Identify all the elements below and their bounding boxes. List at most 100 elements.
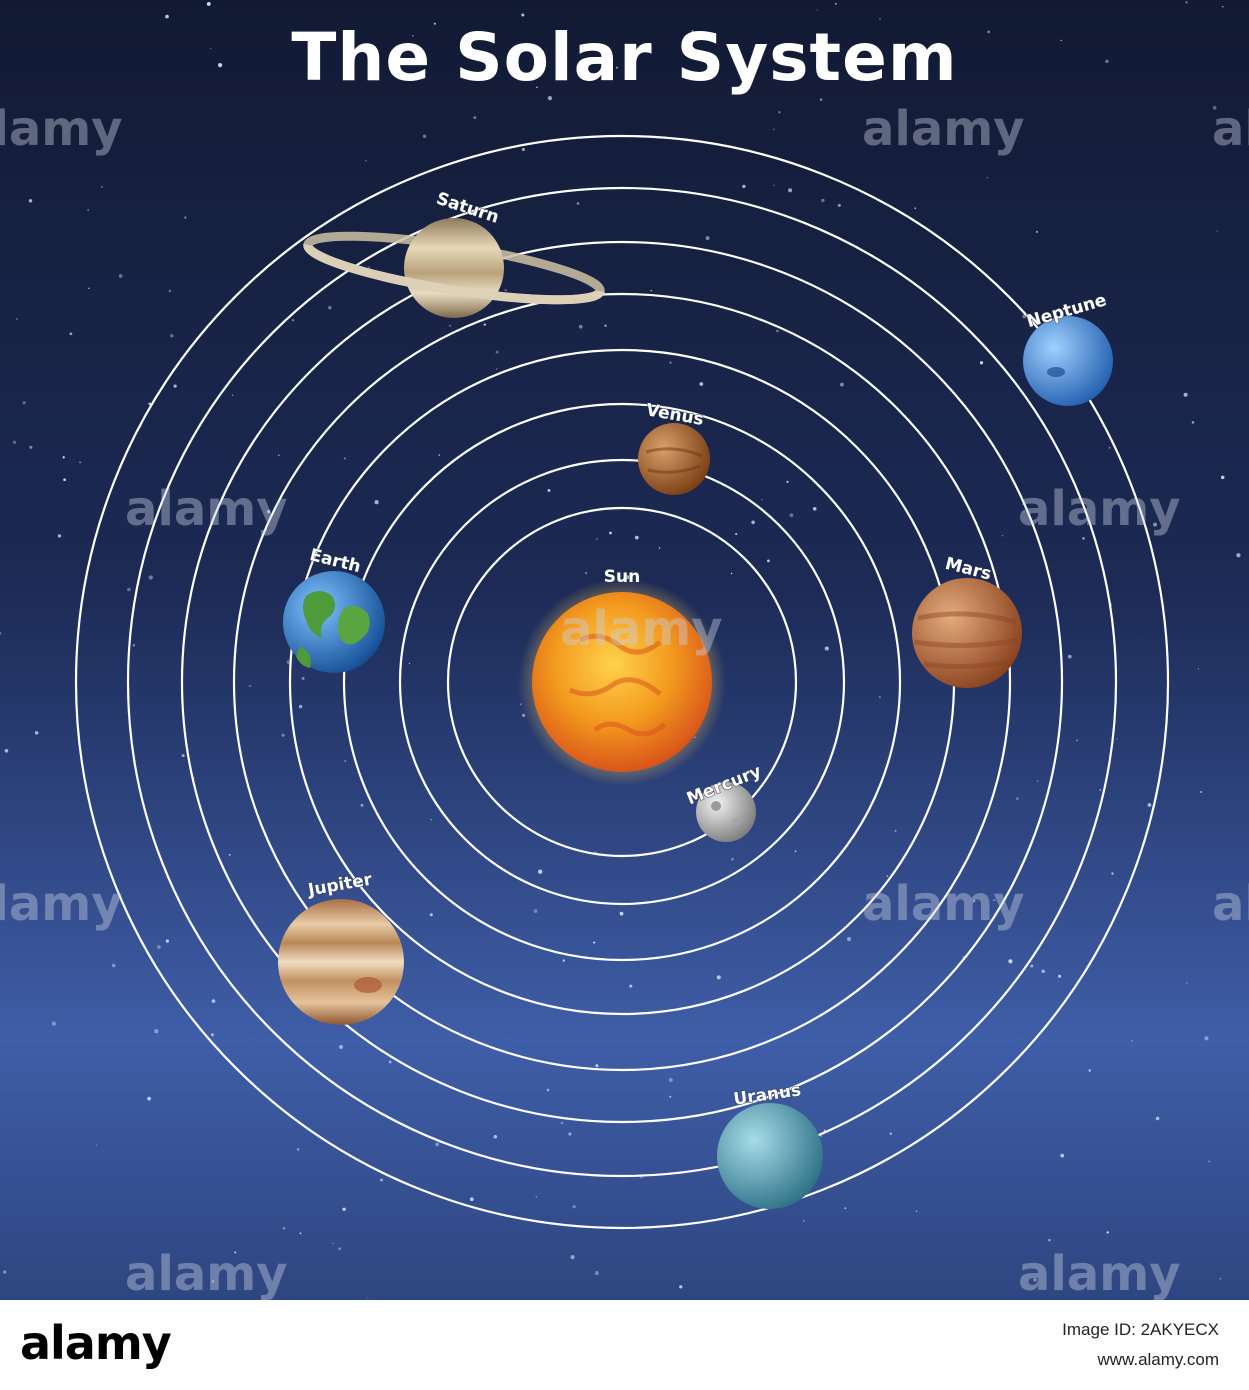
star — [374, 500, 379, 505]
star — [1199, 790, 1203, 794]
star — [34, 731, 39, 735]
star — [1186, 982, 1188, 984]
watermark: alamy — [0, 876, 123, 932]
star — [1041, 969, 1045, 973]
star — [211, 999, 216, 1003]
star — [705, 236, 710, 241]
watermark: alamy — [1212, 101, 1249, 157]
star — [379, 1178, 384, 1182]
star — [1030, 964, 1034, 968]
star — [538, 869, 543, 874]
star — [430, 818, 432, 821]
jupiter-icon — [278, 899, 404, 1025]
star — [1099, 789, 1102, 791]
star — [1106, 1231, 1109, 1234]
star — [786, 480, 789, 483]
star — [846, 937, 852, 942]
star — [840, 382, 844, 387]
star — [547, 488, 551, 492]
star — [12, 440, 17, 445]
star — [368, 266, 370, 268]
star — [812, 507, 817, 511]
star — [118, 274, 123, 278]
star — [57, 534, 62, 538]
star — [339, 1045, 343, 1049]
uranus-icon — [717, 1103, 823, 1209]
star — [730, 572, 733, 575]
star — [496, 368, 498, 370]
star — [773, 128, 775, 131]
star — [473, 116, 477, 120]
star — [658, 547, 661, 549]
star — [228, 853, 231, 856]
star — [210, 1033, 214, 1037]
star — [1075, 739, 1079, 742]
star — [87, 209, 89, 211]
watermark: alamy — [862, 101, 1025, 157]
star — [761, 498, 763, 501]
star — [594, 1271, 599, 1276]
watermark: alamy — [125, 1246, 288, 1300]
star — [788, 188, 793, 193]
star — [301, 676, 305, 681]
star — [546, 1088, 550, 1092]
star — [1155, 1116, 1160, 1121]
star — [1008, 959, 1013, 964]
star — [28, 199, 33, 203]
star — [915, 1210, 918, 1212]
star — [173, 384, 177, 388]
star — [338, 1247, 341, 1251]
star — [101, 186, 103, 188]
star — [79, 461, 82, 464]
star — [165, 939, 169, 943]
star — [1082, 537, 1085, 540]
star — [634, 535, 639, 540]
diagram-canvas: Sun Mercury Venus Earth Mars Jupiter Sat… — [0, 0, 1249, 1300]
star — [184, 216, 187, 219]
star — [1088, 1069, 1091, 1072]
star — [604, 324, 607, 328]
star — [834, 2, 837, 5]
star — [298, 704, 303, 709]
star — [504, 288, 507, 292]
star — [328, 305, 332, 310]
star — [1204, 1036, 1209, 1041]
star — [1222, 5, 1224, 8]
star — [837, 203, 841, 207]
star — [751, 520, 755, 525]
star — [148, 575, 153, 580]
footer-url-text: www.alamy.com — [1097, 1350, 1219, 1369]
star — [69, 332, 73, 336]
star — [1131, 1040, 1133, 1042]
star — [595, 1064, 599, 1068]
star — [735, 533, 738, 536]
watermark: alamy — [560, 601, 723, 657]
star — [1015, 797, 1019, 801]
star — [1191, 421, 1195, 424]
star — [29, 445, 33, 449]
star — [776, 329, 779, 333]
star — [1183, 392, 1188, 397]
star — [111, 963, 116, 968]
star — [367, 1297, 369, 1299]
star — [619, 911, 624, 916]
watermark: alamy — [1212, 876, 1249, 932]
star — [1185, 1, 1188, 4]
star — [1048, 1238, 1051, 1242]
star — [156, 945, 161, 949]
star — [668, 1078, 673, 1082]
star — [584, 571, 588, 575]
star — [789, 513, 794, 518]
star — [365, 159, 367, 162]
star — [1001, 534, 1004, 537]
star — [1216, 230, 1219, 232]
star — [679, 1285, 683, 1289]
star — [609, 531, 612, 535]
star — [986, 176, 989, 179]
star — [206, 1, 211, 6]
mars-icon — [912, 578, 1022, 688]
star — [343, 457, 347, 460]
star — [132, 644, 136, 647]
star — [1236, 553, 1241, 558]
star — [816, 9, 819, 11]
